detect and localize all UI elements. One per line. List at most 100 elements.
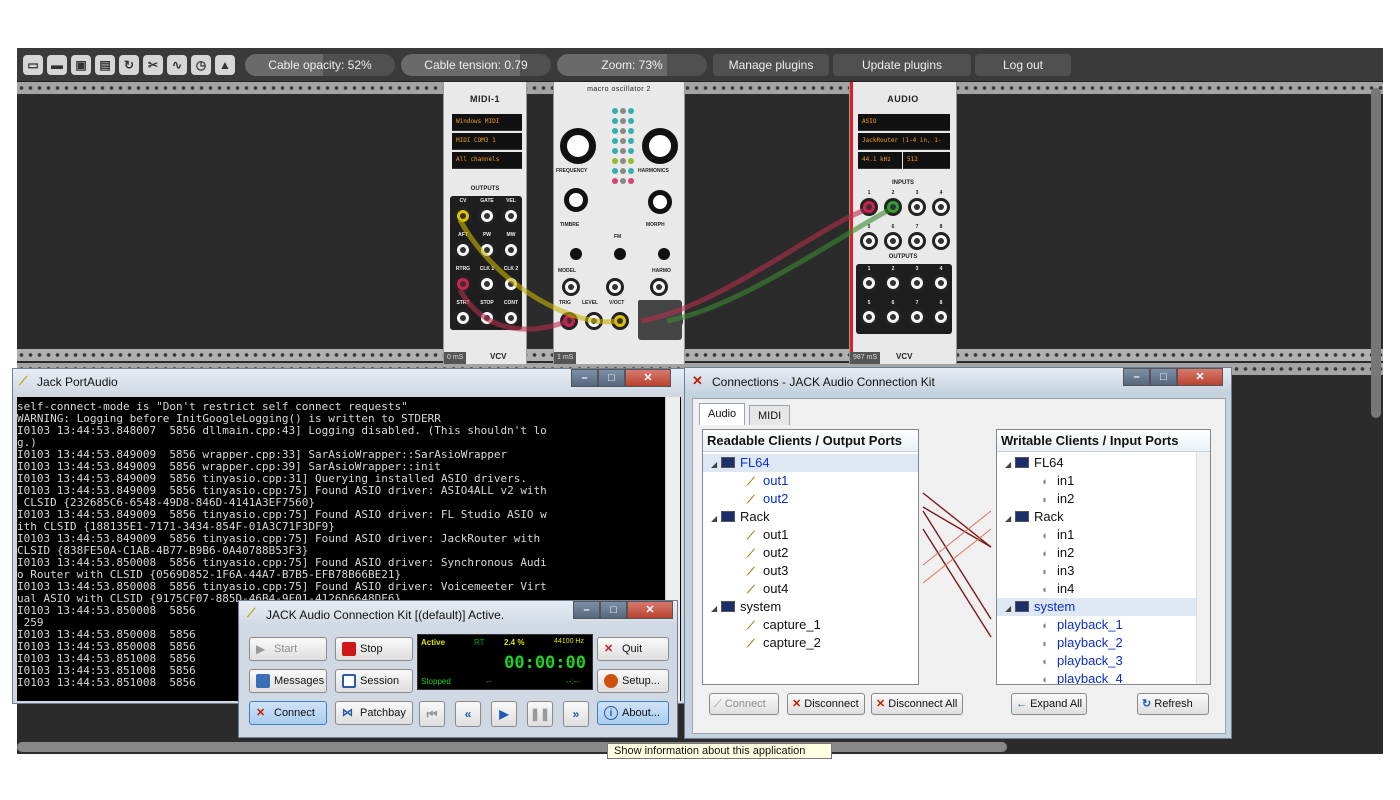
cable-out-to-input1[interactable] [640,207,866,324]
writable-list-scrollbar[interactable] [1196,452,1210,684]
plug-icon: ⟋ [714,698,722,710]
port-node[interactable]: ⟋ out3 [703,562,918,580]
jack-app-icon: ⟋ [247,606,256,620]
jack-main-titlebar[interactable]: ⟋ JACK Audio Connection Kit [(default)] … [239,601,677,627]
stop-icon [342,642,356,656]
about-label: About... [622,707,660,719]
port-icon: ⟋ [747,530,755,542]
port-node[interactable]: ⟋ capture_1 [703,616,918,634]
refresh-button[interactable]: ↻ Refresh [1137,693,1209,715]
port-node[interactable]: ◖ in1 [997,472,1210,490]
sample-rate: 44100 Hz [554,638,584,645]
writable-clients-list[interactable]: Writable Clients / Input Ports ◢ FL64 ◖ in1… [996,429,1211,685]
port-node[interactable]: ◖ playback_4 [997,670,1210,685]
messages-button[interactable]: Messages [249,669,327,693]
jack-connect-label: Connect [274,707,315,719]
close-icon[interactable]: ✕ [627,601,673,619]
client-node[interactable]: ◢ FL64 [703,454,918,472]
client-node[interactable]: ◢ system [703,598,918,616]
port-node[interactable]: ⟋ out2 [703,544,918,562]
setup-button[interactable]: Setup... [597,669,669,693]
about-button[interactable]: i About... [597,701,669,725]
tab-midi[interactable]: MIDI [749,405,791,425]
port-node[interactable]: ⟋ capture_2 [703,634,918,652]
disconnect-button[interactable]: ✕ Disconnect [787,693,865,715]
tab-audio[interactable]: Audio [699,403,746,425]
client-name: Rack [740,509,770,524]
refresh-label: Refresh [1154,698,1193,710]
minimize-icon[interactable]: – [573,601,600,619]
port-name: playback_2 [1057,635,1123,650]
client-icon [721,457,735,468]
messages-icon [256,674,270,688]
client-node[interactable]: ◢ Rack [703,508,918,526]
maximize-icon[interactable]: □ [598,369,625,387]
port-node[interactable]: ⟋ out2 [703,490,918,508]
port-name: out1 [763,473,789,488]
port-name: out2 [763,545,789,560]
client-icon [1015,457,1029,468]
port-node[interactable]: ◖ in2 [997,490,1210,508]
start-button[interactable]: ▶ Start [249,637,327,661]
connections-titlebar[interactable]: ✕ Connections - JACK Audio Connection Ki… [685,368,1231,394]
patchbay-button[interactable]: ⋈ Patchbay [335,701,413,725]
port-node[interactable]: ◖ in3 [997,562,1210,580]
connections-panel: Audio MIDI Readable Clients / Output Por… [692,398,1226,734]
port-node[interactable]: ◖ playback_2 [997,634,1210,652]
port-name: playback_4 [1057,671,1123,685]
client-icon [1015,601,1029,612]
rewind-start-icon[interactable]: ⏮ [419,701,445,727]
jack-main-title: JACK Audio Connection Kit [(default)] Ac… [266,608,505,622]
minimize-icon[interactable]: – [571,369,598,387]
port-node[interactable]: ◖ in1 [997,526,1210,544]
close-icon[interactable]: ✕ [1177,368,1223,386]
port-icon: ⟋ [747,638,755,650]
patchbay-label: Patchbay [360,707,406,719]
maximize-icon[interactable]: □ [1150,368,1177,386]
port-node[interactable]: ◖ in2 [997,544,1210,562]
quit-button[interactable]: ✕ Quit [597,637,669,661]
port-icon: ◖ [1041,620,1048,632]
transport-position: --:-- [566,677,579,686]
disconnect-icon: ✕ [792,698,802,710]
portaudio-titlebar[interactable]: ⟋ Jack PortAudio – □ ✕ [13,369,684,395]
port-name: capture_1 [763,617,821,632]
connect-button[interactable]: ⟋ Connect [709,693,779,715]
readable-clients-list[interactable]: Readable Clients / Output Ports ◢ FL64 ⟋ ou… [702,429,919,685]
minimize-icon[interactable]: – [1123,368,1150,386]
port-icon: ◖ [1041,638,1048,650]
realtime-flag: RT [474,638,485,647]
expand-icon: ← [1016,698,1027,710]
forward-icon[interactable]: » [563,701,589,727]
jack-status-display[interactable]: Active RT 2.4 % 44100 Hz 00:00:00 Stoppe… [417,634,593,690]
maximize-icon[interactable]: □ [600,601,627,619]
jack-connect-button[interactable]: ✕ Connect [249,701,327,725]
close-icon[interactable]: ✕ [625,369,671,387]
disconnect-all-button[interactable]: ✕ Disconnect All [871,693,963,715]
port-node[interactable]: ⟋ out4 [703,580,918,598]
cable-rtrg-to-trig[interactable] [457,288,569,332]
port-icon: ⟋ [747,566,755,578]
client-node[interactable]: ◢ Rack [997,508,1210,526]
port-node[interactable]: ◖ playback_1 [997,616,1210,634]
stop-button[interactable]: Stop [335,637,413,661]
client-node[interactable]: ◢ FL64 [997,454,1210,472]
play-button-icon[interactable]: ▶ [491,701,517,727]
port-icon: ◖ [1041,476,1048,488]
writable-clients-header[interactable]: Writable Clients / Input Ports [997,430,1210,452]
cable-cv-to-voct[interactable] [457,218,618,325]
rack-vertical-scrollbar[interactable] [1371,88,1381,418]
port-node[interactable]: ⟋ out1 [703,526,918,544]
session-button[interactable]: Session [335,669,413,693]
rack-horizontal-scrollbar[interactable] [17,742,1007,752]
readable-clients-header[interactable]: Readable Clients / Output Ports [703,430,918,452]
port-node[interactable]: ⟋ out1 [703,472,918,490]
client-node[interactable]: ◢ system [997,598,1210,616]
rewind-icon[interactable]: « [455,701,481,727]
window-controls: – □ ✕ [1123,368,1223,386]
pause-icon[interactable]: ❚❚ [527,701,553,727]
expand-all-button[interactable]: ← Expand All [1011,693,1087,715]
port-node[interactable]: ◖ in4 [997,580,1210,598]
port-node[interactable]: ◖ playback_3 [997,652,1210,670]
cable-aux-to-input2[interactable] [666,207,891,324]
